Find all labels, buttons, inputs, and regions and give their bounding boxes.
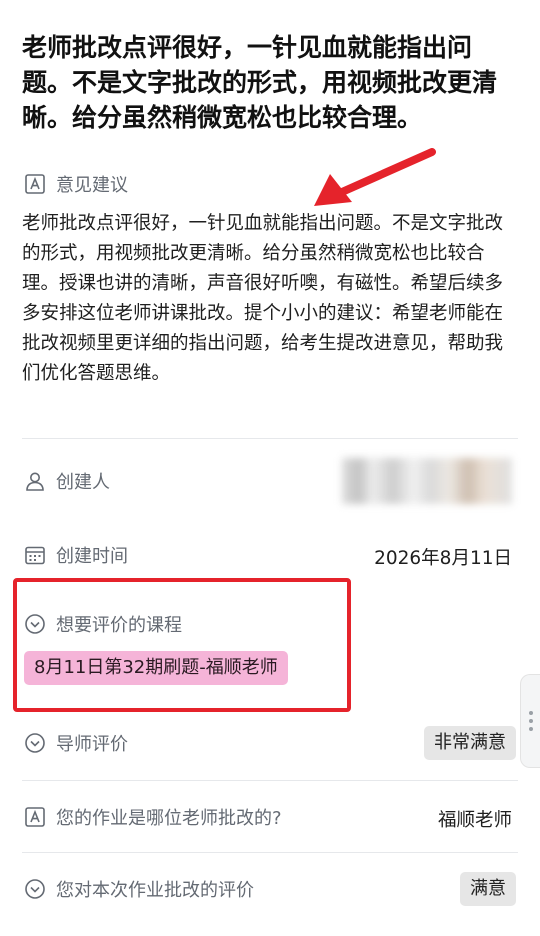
- record-title: 老师批改点评很好，一针见血就能指出问题。不是文字批改的形式，用视频批改更清晰。给…: [22, 33, 498, 132]
- suggestion-text: 老师批改点评很好，一针见血就能指出问题。不是文字批改的形式，用视频批改更清晰。给…: [22, 213, 504, 384]
- homework-rating-tag[interactable]: 满意: [460, 872, 516, 906]
- side-drag-handle[interactable]: [520, 674, 540, 768]
- created-time-label: 创建时间: [24, 542, 128, 568]
- divider: [22, 852, 518, 853]
- homework-rating-label: 您对本次作业批改的评价: [24, 876, 254, 902]
- homework-teacher-label: 您的作业是哪位老师批改的?: [24, 804, 282, 830]
- calendar-icon: [24, 544, 46, 566]
- creator-label: 创建人: [24, 468, 110, 494]
- created-time-value: 2026年8月11日: [374, 548, 512, 569]
- suggestion-label: 意见建议: [24, 171, 128, 197]
- circle-chevron-down-icon: [24, 878, 46, 900]
- annotation-highlight-box: [13, 578, 351, 712]
- divider: [22, 438, 518, 439]
- divider: [22, 780, 518, 781]
- creator-avatar-name-blurred: [342, 458, 512, 504]
- circle-chevron-down-icon: [24, 732, 46, 754]
- letter-a-icon: [24, 806, 46, 828]
- mentor-rating-label: 导师评价: [24, 730, 128, 756]
- mentor-rating-tag[interactable]: 非常满意: [424, 726, 516, 760]
- person-icon: [24, 470, 46, 492]
- letter-a-icon: [24, 173, 46, 195]
- homework-teacher-value: 福顺老师: [437, 810, 512, 831]
- annotation-arrow-icon: [314, 148, 436, 206]
